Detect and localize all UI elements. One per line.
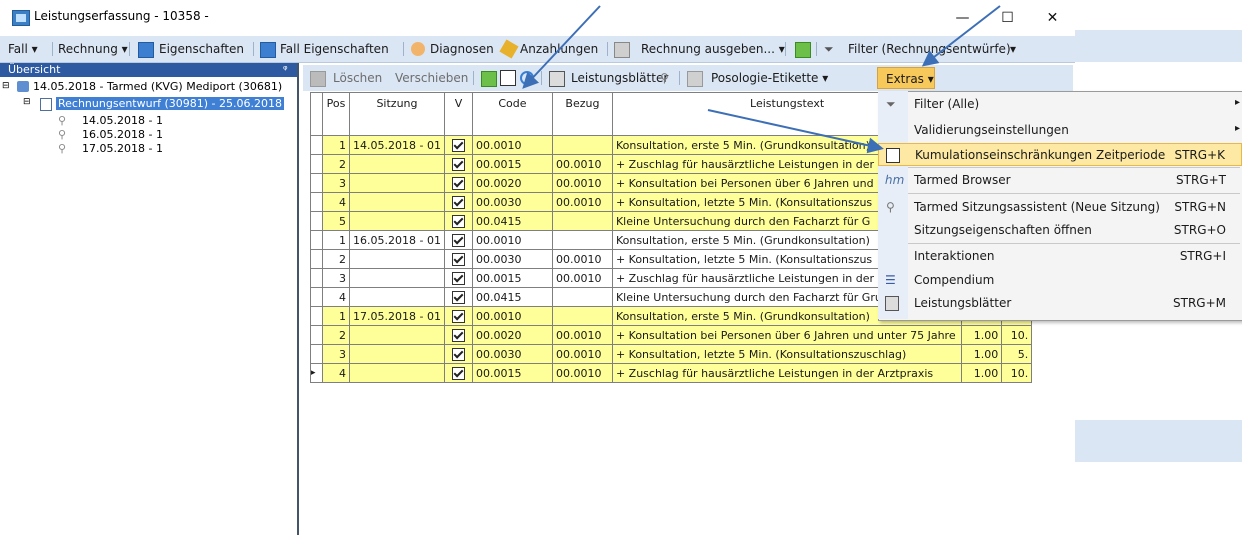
annotation-arrow bbox=[921, 5, 1001, 67]
annotation-arrow bbox=[707, 109, 884, 154]
annotation-arrows bbox=[522, 5, 1001, 154]
annotation-arrow bbox=[522, 5, 601, 89]
